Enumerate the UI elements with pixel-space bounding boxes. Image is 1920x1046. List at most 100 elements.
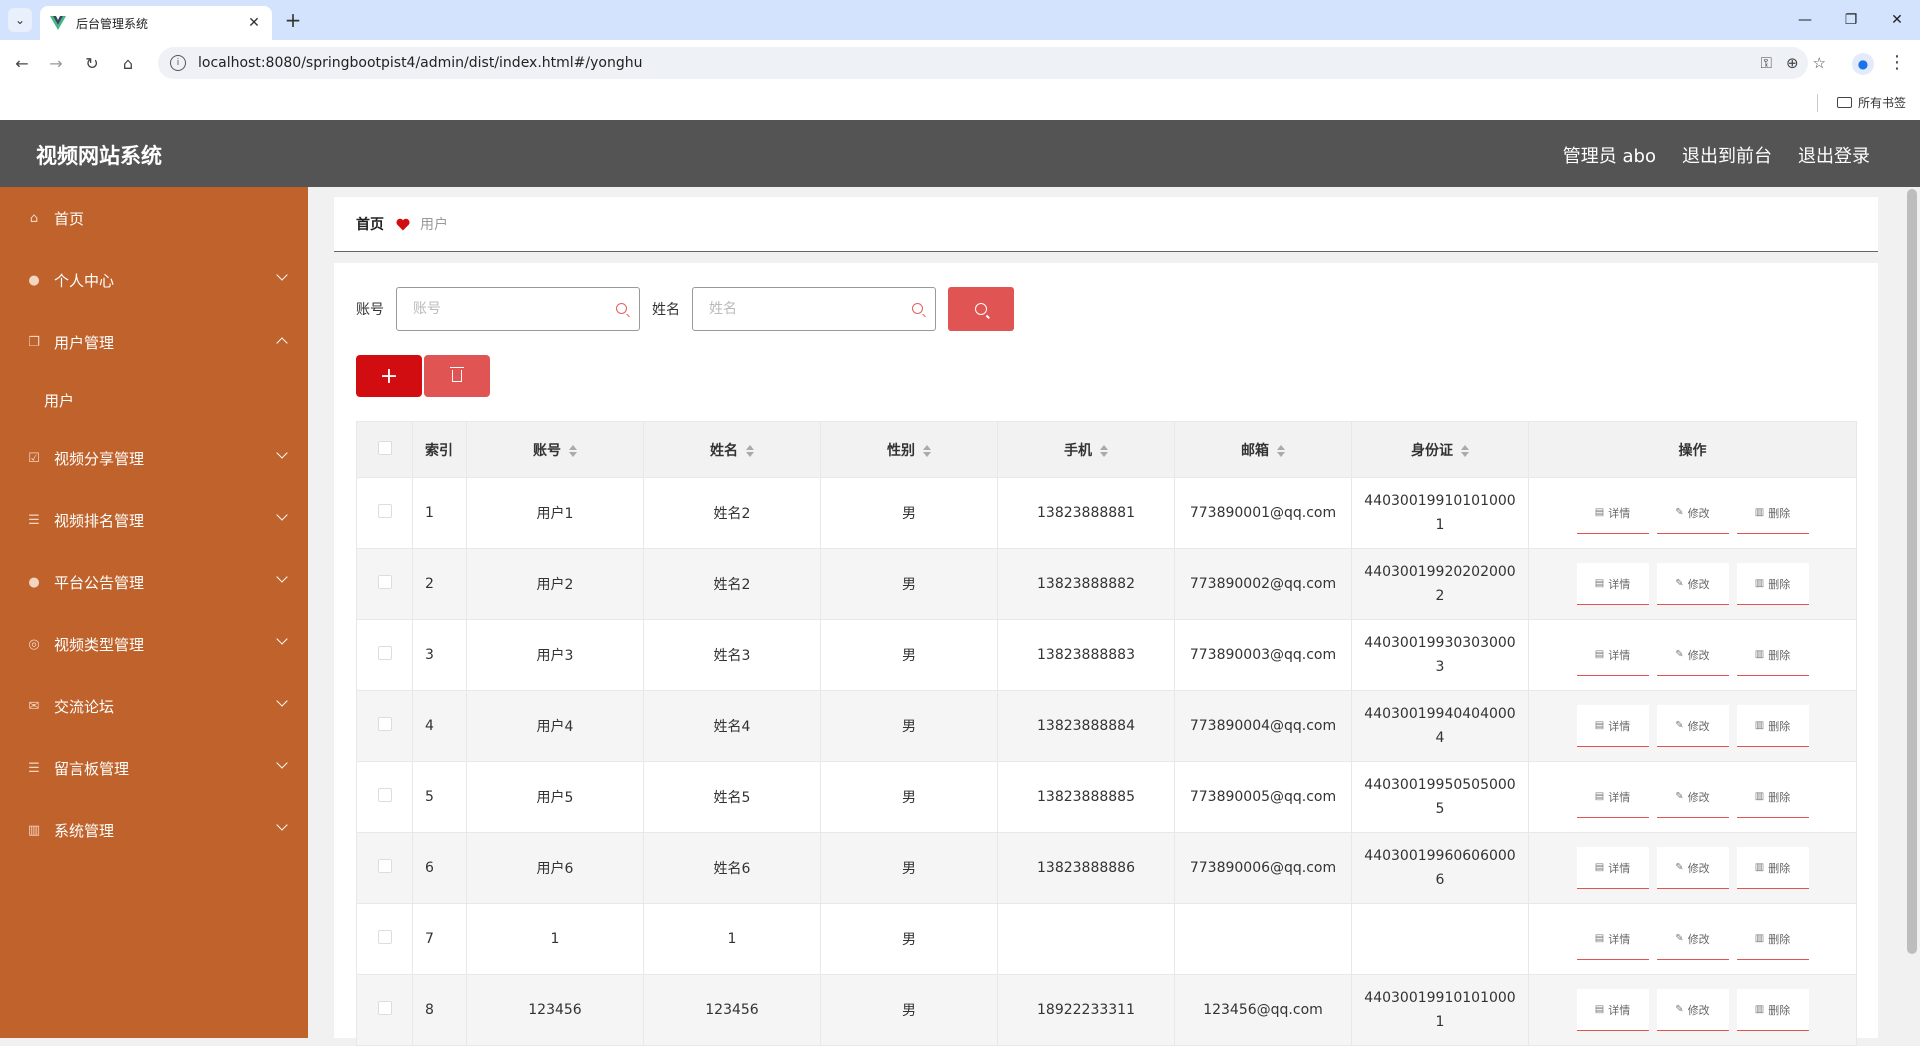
tab-close-icon[interactable]: ✕ (246, 15, 262, 31)
select-all-checkbox[interactable] (377, 440, 392, 455)
logout-link[interactable]: 退出登录 (1798, 142, 1870, 168)
row-actions: ▤ 详情 ✎ 修改 ▥ 删除 (1529, 705, 1856, 747)
tab-search-button[interactable]: ⌄ (8, 8, 32, 32)
all-bookmarks-button[interactable]: 所有书签 (1836, 94, 1906, 111)
scrollbar-thumb[interactable] (1907, 189, 1917, 954)
chevron-down-icon (276, 633, 288, 645)
edit-icon: ✎ (1675, 933, 1684, 944)
row-select-cell (356, 477, 413, 549)
cell-gender: 男 (820, 832, 998, 904)
table-row: 6 用户6 姓名6 男 13823888886 773890006@qq.com 44030… (356, 832, 1857, 904)
sort-icon[interactable] (923, 444, 931, 457)
profile-icon[interactable]: ● (1852, 53, 1874, 75)
delete-button[interactable]: ▥ 删除 (1736, 847, 1809, 889)
detail-button[interactable]: ▤ 详情 (1576, 918, 1649, 960)
home-browser-icon[interactable]: ⌂ (116, 51, 140, 75)
edit-button[interactable]: ✎ 修改 (1656, 705, 1729, 747)
column-header-name[interactable]: 姓名 (643, 421, 821, 478)
row-checkbox[interactable] (377, 930, 392, 944)
sort-icon[interactable] (1461, 444, 1469, 457)
reload-icon[interactable]: ↻ (80, 51, 104, 75)
sidebar-item-user-management[interactable]: ❐ 用户管理 (0, 311, 308, 373)
edit-button[interactable]: ✎ 修改 (1656, 634, 1729, 676)
edit-button[interactable]: ✎ 修改 (1656, 989, 1729, 1031)
row-checkbox[interactable] (377, 575, 392, 589)
column-header-email[interactable]: 邮箱 (1174, 421, 1352, 478)
sidebar-item-home[interactable]: ⌂ 首页 (0, 187, 308, 249)
sidebar-item-message-board[interactable]: ☰ 留言板管理 (0, 737, 308, 799)
detail-button[interactable]: ▤ 详情 (1576, 847, 1649, 889)
restore-icon[interactable]: ❐ (1828, 0, 1874, 40)
edit-button[interactable]: ✎ 修改 (1656, 776, 1729, 818)
delete-button[interactable]: ▥ 删除 (1736, 492, 1809, 534)
zoom-icon[interactable]: ⊕ (1786, 54, 1799, 72)
detail-button[interactable]: ▤ 详情 (1576, 563, 1649, 605)
edit-button[interactable]: ✎ 修改 (1656, 918, 1729, 960)
chevron-up-icon (276, 337, 288, 349)
back-icon[interactable]: ← (10, 51, 34, 75)
breadcrumb-home[interactable]: 首页 (356, 214, 384, 234)
account-search-input[interactable] (413, 301, 603, 317)
row-checkbox[interactable] (377, 859, 392, 873)
column-header-idcard[interactable]: 身份证 (1351, 421, 1529, 478)
detail-button[interactable]: ▤ 详情 (1576, 492, 1649, 534)
sidebar-item-system[interactable]: ▥ 系统管理 (0, 799, 308, 861)
exit-front-link[interactable]: 退出到前台 (1682, 142, 1772, 168)
sidebar-item-video-types[interactable]: ◎ 视频类型管理 (0, 613, 308, 675)
cell-idcard (1351, 903, 1529, 975)
browser-menu-icon[interactable]: ⋮ (1888, 52, 1906, 73)
page-scrollbar[interactable] (1904, 187, 1920, 1038)
add-button[interactable]: + (356, 355, 422, 397)
detail-button[interactable]: ▤ 详情 (1576, 776, 1649, 818)
detail-label: 详情 (1608, 1003, 1631, 1017)
new-tab-button[interactable]: + (282, 9, 304, 31)
delete-button[interactable]: ▥ 删除 (1736, 776, 1809, 818)
delete-button[interactable]: ▥ 删除 (1736, 563, 1809, 605)
row-checkbox[interactable] (377, 646, 392, 660)
sidebar-item-video-ranking[interactable]: ☰ 视频排名管理 (0, 489, 308, 551)
chevron-down-icon (276, 269, 288, 281)
column-header-phone[interactable]: 手机 (997, 421, 1175, 478)
row-checkbox[interactable] (377, 504, 392, 518)
cell-email: 773890001@qq.com (1174, 477, 1352, 549)
name-search-input[interactable] (709, 301, 899, 317)
delete-button[interactable]: ▥ 删除 (1736, 634, 1809, 676)
edit-button[interactable]: ✎ 修改 (1656, 563, 1729, 605)
row-checkbox[interactable] (377, 788, 392, 802)
detail-button[interactable]: ▤ 详情 (1576, 634, 1649, 676)
minimize-icon[interactable]: — (1782, 0, 1828, 40)
cell-phone: 13823888883 (997, 619, 1175, 691)
sort-icon[interactable] (1277, 444, 1285, 457)
sort-icon[interactable] (746, 444, 754, 457)
row-checkbox[interactable] (377, 1001, 392, 1015)
search-button[interactable] (948, 287, 1014, 331)
sidebar-item-profile[interactable]: ● 个人中心 (0, 249, 308, 311)
sidebar-item-announcements[interactable]: ● 平台公告管理 (0, 551, 308, 613)
site-info-icon[interactable]: i (170, 55, 186, 71)
sort-icon[interactable] (1100, 444, 1108, 457)
detail-button[interactable]: ▤ 详情 (1576, 989, 1649, 1031)
chevron-down-icon (276, 571, 288, 583)
delete-button[interactable]: ▥ 删除 (1736, 918, 1809, 960)
edit-button[interactable]: ✎ 修改 (1656, 492, 1729, 534)
delete-button[interactable]: ▥ 删除 (1736, 705, 1809, 747)
column-header-gender[interactable]: 性别 (820, 421, 998, 478)
url-field[interactable]: i localhost:8080/springbootpist4/admin/d… (158, 47, 1808, 79)
batch-delete-button[interactable] (424, 355, 490, 397)
row-checkbox[interactable] (377, 717, 392, 731)
sidebar-item-video-share[interactable]: ☑ 视频分享管理 (0, 427, 308, 489)
edit-button[interactable]: ✎ 修改 (1656, 847, 1729, 889)
star-icon[interactable]: ☆ (1813, 54, 1826, 72)
forward-icon[interactable]: → (44, 51, 68, 75)
close-window-icon[interactable]: ✕ (1874, 0, 1920, 40)
cell-name: 123456 (643, 974, 821, 1046)
row-select-cell (356, 974, 413, 1046)
sort-icon[interactable] (569, 444, 577, 457)
sidebar-item-forum[interactable]: ✉ 交流论坛 (0, 675, 308, 737)
browser-tab[interactable]: 后台管理系统 ✕ (40, 6, 272, 40)
column-header-account[interactable]: 账号 (466, 421, 644, 478)
delete-button[interactable]: ▥ 删除 (1736, 989, 1809, 1031)
detail-button[interactable]: ▤ 详情 (1576, 705, 1649, 747)
key-icon[interactable]: ⚿ (1761, 54, 1772, 72)
sidebar-subitem-users[interactable]: 用户 (0, 373, 308, 427)
